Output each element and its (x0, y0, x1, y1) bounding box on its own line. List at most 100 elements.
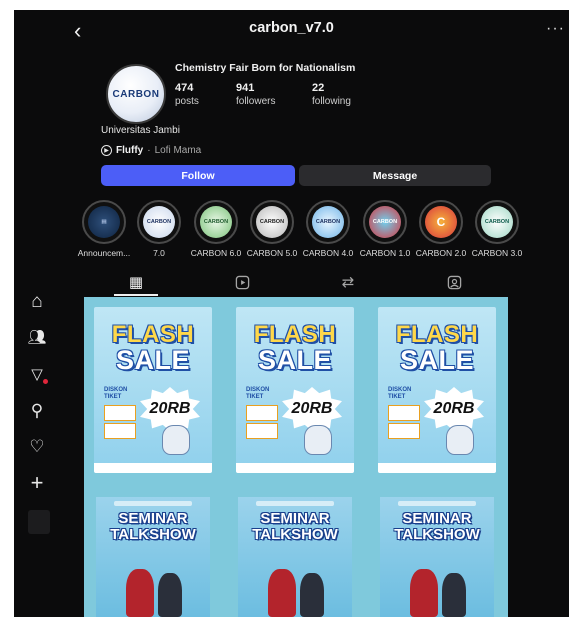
profile-avatar[interactable]: CARBON (106, 64, 166, 124)
search-icon[interactable]: ⚲ (26, 399, 48, 421)
message-button[interactable]: Message (299, 165, 491, 186)
following-value: 22 (312, 82, 325, 94)
sponsor-logos (256, 501, 334, 506)
carbon-logo-cover: CARBON (143, 206, 175, 238)
poster-footer (236, 463, 354, 473)
speaker-photo (300, 573, 324, 617)
grid-tab-icon[interactable]: ▦ (124, 272, 148, 292)
posts-label: posts (175, 96, 199, 107)
ticket-badge (246, 405, 278, 421)
profile-bio: Universitas Jambi (101, 125, 180, 136)
highlight-ring: CARBON (194, 200, 238, 244)
post-seminar-talkshow[interactable]: SEMINAR TALKSHOW (238, 497, 352, 617)
talkshow-text: TALKSHOW (110, 526, 196, 543)
talkshow-text: TALKSHOW (394, 526, 480, 543)
profile-music[interactable]: ▶ Fluffy · Lofi Mama (101, 145, 201, 156)
highlight-label: CARBON 6.0 (190, 248, 242, 258)
following-label: following (312, 96, 351, 107)
home-icon[interactable]: ⌂ (26, 290, 48, 312)
speaker-photo (268, 569, 296, 617)
people-icon[interactable]: 👥︎ (26, 326, 48, 348)
sale-text: SALE (257, 345, 332, 375)
notification-dot (43, 379, 48, 384)
sale-text: SALE (399, 345, 474, 375)
seminar-text: SEMINAR (402, 510, 472, 527)
announcement-cover: ▤ (88, 206, 120, 238)
highlight-7[interactable]: CARBON 7.0 (131, 200, 187, 258)
highlight-carbon-2[interactable]: C CARBON 2.0 (413, 200, 469, 258)
ticket-badge (104, 405, 136, 421)
flash-text: FLASH (253, 321, 337, 348)
ticket-badge (104, 423, 136, 439)
highlight-label: CARBON 2.0 (415, 248, 467, 258)
carbon-1-cover: CARBON (369, 206, 401, 238)
reels-tab-icon[interactable] (230, 272, 254, 292)
highlight-announcement[interactable]: ▤ Announcem... (76, 200, 132, 258)
carbon-6-cover: CARBON (200, 206, 232, 238)
carbon-3-cover: CARBON (481, 206, 513, 238)
follow-button[interactable]: Follow (101, 165, 295, 186)
seminar-text: SEMINAR (118, 510, 188, 527)
mascot-robot (162, 425, 190, 455)
post-seminar-talkshow[interactable]: SEMINAR TALKSHOW (96, 497, 210, 617)
highlight-ring: CARBON (137, 200, 181, 244)
highlight-label: CARBON 1.0 (359, 248, 411, 258)
active-tab-indicator (114, 294, 158, 296)
music-artist: Lofi Mama (154, 145, 202, 156)
poster-footer (378, 463, 496, 473)
posts-count[interactable]: 474 posts (175, 82, 199, 107)
highlight-carbon-6[interactable]: CARBON CARBON 6.0 (188, 200, 244, 258)
posts-value: 474 (175, 82, 194, 94)
ticket-badge (388, 423, 420, 439)
messages-icon[interactable]: ▽ (26, 363, 48, 385)
mascot-robot (304, 425, 332, 455)
music-title: Fluffy (116, 145, 144, 156)
following-count[interactable]: 22 following (312, 82, 351, 107)
highlight-label: Announcem... (77, 248, 131, 258)
profile-display-name: Chemistry Fair Born for Nationalism (175, 62, 356, 74)
speaker-photo (442, 573, 466, 617)
speaker-photo (410, 569, 438, 617)
diskon-text: DISKON TIKET (246, 387, 270, 400)
flash-text: FLASH (111, 321, 195, 348)
talkshow-text: TALKSHOW (252, 526, 338, 543)
highlight-carbon-5[interactable]: CARBON CARBON 5.0 (244, 200, 300, 258)
music-separator: · (147, 145, 151, 156)
highlight-ring: ▤ (82, 200, 126, 244)
highlight-ring: C (419, 200, 463, 244)
highlight-carbon-4[interactable]: CARBON CARBON 4.0 (300, 200, 356, 258)
heart-icon[interactable]: ♡ (26, 435, 48, 457)
post-flash-sale[interactable]: FLASH SALE DISKON TIKET 20RB (378, 307, 496, 473)
diskon-text: DISKON TIKET (388, 387, 412, 400)
followers-value: 941 (236, 82, 255, 94)
profile-thumb[interactable] (28, 510, 50, 534)
followers-label: followers (236, 96, 276, 107)
highlight-carbon-3[interactable]: CARBON CARBON 3.0 (469, 200, 525, 258)
mascot-robot (446, 425, 474, 455)
carbon-4-cover: CARBON (312, 206, 344, 238)
poster-footer (94, 463, 212, 473)
highlight-label: 7.0 (153, 248, 165, 258)
sponsor-logos (398, 501, 476, 506)
diskon-text: DISKON TIKET (104, 387, 128, 400)
highlight-ring: CARBON (363, 200, 407, 244)
seminar-text: SEMINAR (260, 510, 330, 527)
followers-count[interactable]: 941 followers (236, 82, 275, 107)
ticket-badge (246, 423, 278, 439)
highlight-carbon-1[interactable]: CARBON CARBON 1.0 (357, 200, 413, 258)
post-seminar-talkshow[interactable]: SEMINAR TALKSHOW (380, 497, 494, 617)
more-options-icon[interactable]: ··· (546, 20, 565, 38)
flash-text: FLASH (395, 321, 479, 348)
highlight-ring: CARBON (475, 200, 519, 244)
profile-screen: ‹ carbon_v7.0 ··· CARBON Chemistry Fair … (14, 10, 569, 617)
highlight-label: CARBON 4.0 (302, 248, 354, 258)
post-flash-sale[interactable]: FLASH SALE DISKON TIKET 20RB (236, 307, 354, 473)
profile-username: carbon_v7.0 (249, 20, 334, 36)
tagged-tab-icon[interactable] (442, 272, 466, 292)
speaker-photo (158, 573, 182, 617)
reposts-tab-icon[interactable]: ⇄ (336, 272, 360, 292)
highlight-label: CARBON 3.0 (471, 248, 523, 258)
post-flash-sale[interactable]: FLASH SALE DISKON TIKET 20RB (94, 307, 212, 473)
post-grid: FLASH SALE DISKON TIKET 20RB FLASH SALE … (84, 297, 508, 617)
plus-icon[interactable]: + (26, 472, 48, 494)
